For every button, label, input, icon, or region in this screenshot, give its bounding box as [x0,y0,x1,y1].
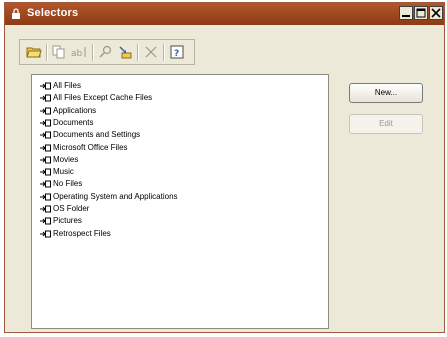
list-item-label: Music [53,167,74,177]
open-folder-button[interactable] [26,44,42,60]
help-icon: ? [170,45,184,59]
move-icon [119,46,132,59]
toolbar-separator [46,44,48,61]
selectors-window: Selectors ab ? All Files All Files Excep… [4,2,445,333]
maximize-button[interactable] [414,6,428,20]
rename-button[interactable]: ab [70,44,88,60]
list-item-label: Movies [53,154,79,164]
svg-text:?: ? [174,49,179,59]
selector-icon [40,180,51,188]
list-item-label: No Files [53,179,83,189]
toolbar: ab ? [19,39,195,65]
selector-icon [40,82,51,90]
list-item-label: Documents and Settings [53,130,141,140]
rename-icon: ab [71,47,86,59]
list-item-label: Operating System and Applications [53,191,178,201]
list-item-label: OS Folder [53,204,90,213]
selector-icon [40,193,51,201]
selector-icon [40,230,51,238]
selector-icon [40,107,51,115]
list-item-label: Documents [53,117,94,127]
toolbar-separator [163,44,165,61]
title-bar[interactable]: Selectors [5,3,444,25]
toolbar-separator [137,44,139,61]
selectors-list[interactable]: All Files All Files Except Cache Files App… [31,74,329,329]
selector-icon [40,94,51,102]
find-button[interactable] [98,44,114,60]
list-item[interactable]: Retrospect Files [39,227,111,241]
selector-icon [40,217,51,225]
delete-button[interactable] [143,44,159,60]
move-button[interactable] [117,44,133,60]
minimize-icon [402,15,410,17]
list-item-label: Applications [53,105,97,115]
window-title: Selectors [27,7,79,19]
selector-icon [40,144,51,151]
list-item-label: Microsoft Office Files [53,142,128,152]
list-item-label: All Files [53,81,82,90]
minimize-button[interactable] [399,6,413,20]
selector-icon [40,156,51,164]
lock-icon [12,8,20,19]
duplicate-button[interactable] [51,44,67,60]
close-button[interactable] [429,6,443,20]
list-item-label: Pictures [53,216,82,226]
find-icon [99,45,112,58]
help-button[interactable]: ? [169,44,185,60]
open-folder-icon [26,47,42,58]
selector-icon [40,205,51,213]
svg-text:ab: ab [71,49,83,59]
new-button[interactable]: New... [349,83,423,103]
duplicate-icon [52,45,65,59]
toolbar-separator [92,44,94,61]
selector-icon [40,131,51,139]
selector-icon [40,119,51,127]
list-item-label: Retrospect Files [53,228,111,238]
list-item-label: All Files Except Cache Files [53,93,153,103]
selector-icon [40,168,51,176]
delete-icon [145,46,157,58]
edit-button[interactable]: Edit [349,114,423,134]
maximize-icon [416,8,426,18]
close-icon [431,8,441,18]
